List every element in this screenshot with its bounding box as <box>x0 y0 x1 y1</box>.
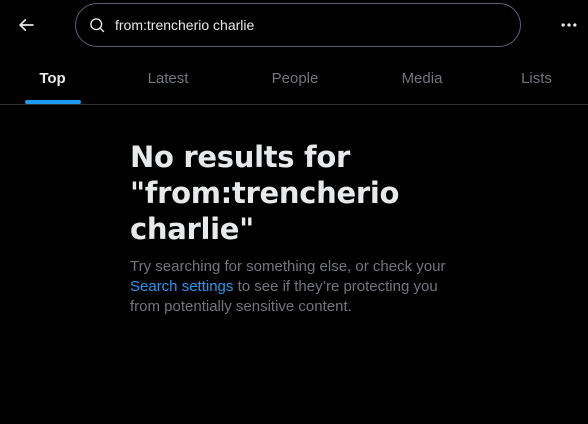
tab-media[interactable]: Media <box>359 52 485 104</box>
more-options-button[interactable] <box>553 9 585 41</box>
tab-label: Latest <box>147 69 189 87</box>
empty-state: No results for "from:trencherio charlie"… <box>130 139 470 317</box>
active-tab-indicator <box>24 100 81 104</box>
ellipsis-horizontal-icon <box>561 23 577 27</box>
title-line: No results for <box>130 140 350 174</box>
arrow-left-icon <box>18 18 34 32</box>
title-line: "from:trencherio <box>130 176 400 210</box>
tab-lists[interactable]: Lists <box>485 52 588 104</box>
top-bar <box>0 0 588 52</box>
empty-state-message: Try searching for something else, or che… <box>130 257 470 317</box>
message-text: Try searching for something else, or che… <box>130 258 446 275</box>
tab-label: Lists <box>521 69 552 87</box>
title-line: charlie" <box>130 212 254 246</box>
tab-top[interactable]: Top <box>0 52 105 104</box>
search-tabs: Top Latest People Media Lists <box>0 52 588 105</box>
magnifier-icon <box>89 16 107 34</box>
search-settings-link[interactable]: Search settings <box>130 278 233 295</box>
tab-label: Top <box>39 69 66 87</box>
search-input[interactable] <box>107 4 520 46</box>
tab-latest[interactable]: Latest <box>105 52 231 104</box>
tab-people[interactable]: People <box>231 52 359 104</box>
back-button[interactable] <box>10 9 42 41</box>
tab-label: People <box>271 69 319 87</box>
search-box[interactable] <box>75 3 521 47</box>
empty-state-title: No results for "from:trencherio charlie" <box>130 139 470 247</box>
tab-label: Media <box>401 69 443 87</box>
